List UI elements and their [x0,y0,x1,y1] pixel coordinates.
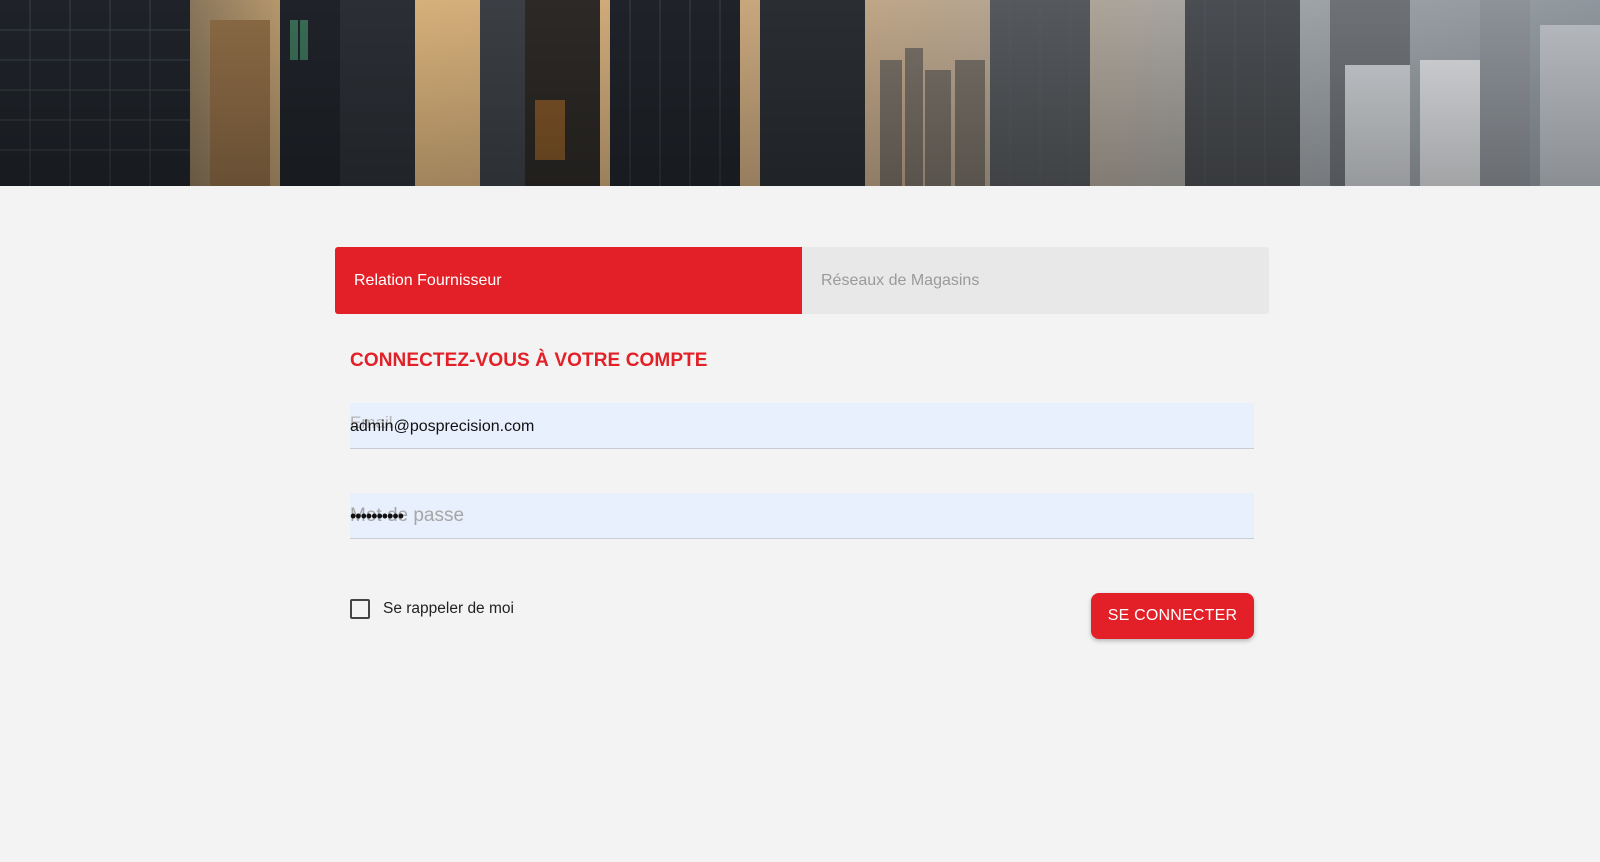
hero-banner-image [0,0,1600,186]
login-button[interactable]: SE CONNECTER [1091,593,1254,639]
tab-label: Relation Fournisseur [354,271,502,289]
tab-label: Réseaux de Magasins [821,271,980,289]
email-field-container: Email [350,403,1254,449]
remember-me-checkbox[interactable] [350,599,370,619]
password-field[interactable] [350,493,1254,538]
login-type-tabs: Relation Fournisseur Réseaux de Magasins [335,247,1269,314]
tab-relation-fournisseur[interactable]: Relation Fournisseur [335,247,802,314]
remember-me[interactable]: Se rappeler de moi [350,599,514,619]
password-field-container: Mot de passe [350,493,1254,539]
form-title: CONNECTEZ-VOUS À VOTRE COMPTE [350,350,708,371]
remember-me-label: Se rappeler de moi [383,600,514,617]
tab-reseaux-de-magasins[interactable]: Réseaux de Magasins [802,247,1269,314]
email-field[interactable] [350,403,1254,448]
